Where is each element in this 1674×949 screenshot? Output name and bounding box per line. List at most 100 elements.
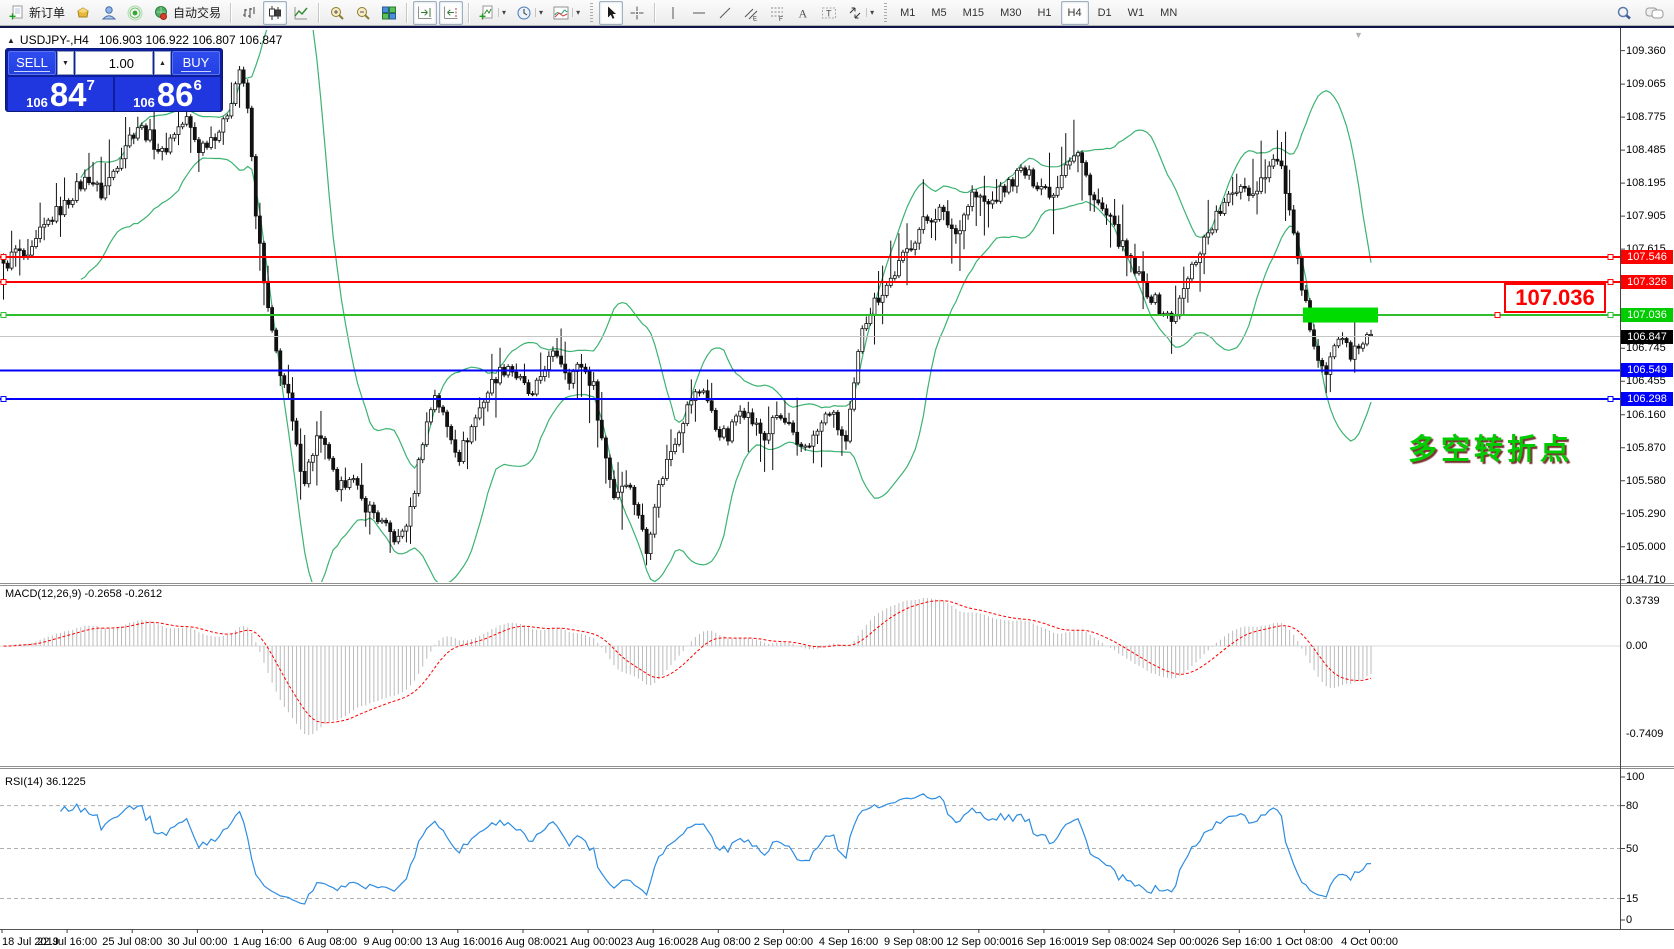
toolbar-separator — [406, 3, 408, 23]
search-icon — [1615, 5, 1635, 21]
timeframe-D1-button[interactable]: D1 — [1091, 1, 1119, 25]
timeframe-MN-button[interactable]: MN — [1153, 1, 1184, 25]
line-anchor-handle[interactable] — [1608, 255, 1613, 260]
chart-shift-button[interactable] — [439, 1, 463, 25]
candlestick-button[interactable] — [263, 1, 287, 25]
callout-anchor-handle[interactable] — [1495, 313, 1500, 318]
crosshair-icon — [629, 5, 645, 21]
buy-button[interactable]: BUY — [172, 51, 220, 75]
timeframe-M30-button[interactable]: M30 — [993, 1, 1028, 25]
price-tick-label: 105.580 — [1626, 474, 1672, 488]
collapse-triangle-icon[interactable]: ▲ — [7, 36, 15, 45]
dropdown-caret-icon[interactable]: ▾ — [866, 8, 874, 17]
crosshair-button[interactable] — [625, 1, 649, 25]
price-level-label: 106.549 — [1621, 363, 1673, 377]
toolbar-drag-handle[interactable] — [884, 3, 887, 23]
rsi-panel[interactable] — [0, 794, 1620, 904]
button-label: M5 — [931, 7, 946, 19]
sell-button[interactable]: SELL — [8, 51, 56, 75]
volume-increase-button[interactable]: ▲ — [154, 51, 171, 75]
horizontal-line-button[interactable] — [687, 1, 711, 25]
sell-price-tile[interactable]: 106 84 7 — [8, 77, 113, 111]
text-button[interactable]: A — [791, 1, 815, 25]
toolbar-separator — [468, 3, 470, 23]
vertical-line-button[interactable] — [661, 1, 685, 25]
highlight-zone[interactable] — [1303, 308, 1378, 323]
auto-trading-button[interactable]: 自动交易 — [149, 1, 225, 25]
macd-tick-label: 0.00 — [1626, 639, 1672, 653]
channel-button[interactable]: E — [739, 1, 763, 25]
buy-price-prefix: 106 — [133, 95, 155, 110]
signal-icon — [127, 5, 143, 21]
timeframe-H4-button[interactable]: H4 — [1061, 1, 1089, 25]
line-anchor-handle[interactable] — [1608, 280, 1613, 285]
trendline-button[interactable] — [713, 1, 737, 25]
line-anchor-handle[interactable] — [1, 397, 6, 402]
price-tick-label: 109.360 — [1626, 44, 1672, 58]
bollinger-upper-band — [81, 28, 1371, 468]
line-anchor-handle[interactable] — [1608, 313, 1613, 318]
sell-price-prefix: 106 — [26, 95, 48, 110]
line-anchor-handle[interactable] — [1, 280, 6, 285]
signal-button[interactable] — [123, 1, 147, 25]
volume-input[interactable]: 1.00 — [75, 51, 153, 75]
dropdown-caret-icon[interactable]: ▾ — [572, 8, 580, 17]
price-tick-label: 107.905 — [1626, 209, 1672, 223]
text-icon: A — [795, 5, 811, 21]
chart-canvas[interactable] — [0, 28, 1674, 949]
zoom-out-button[interactable] — [351, 1, 375, 25]
timeframe-M1-button[interactable]: M1 — [893, 1, 922, 25]
toolbar: +新订单自动交易+▾▾▾EFAT▾M1M5M15M30H1H4D1W1MN — [0, 0, 1674, 26]
periods-button[interactable]: ▾ — [512, 1, 547, 25]
toolbar-separator — [654, 3, 656, 23]
timeframe-W1-button[interactable]: W1 — [1121, 1, 1152, 25]
button-label: H4 — [1068, 7, 1082, 19]
toolbar-separator — [318, 3, 320, 23]
fibonacci-button[interactable]: F — [765, 1, 789, 25]
svg-text:F: F — [779, 17, 783, 21]
price-callout-box[interactable]: 107.036 — [1504, 283, 1606, 313]
rsi-tick-label: 80 — [1626, 799, 1672, 813]
volume-decrease-button[interactable]: ▼ — [57, 51, 74, 75]
chat-button[interactable] — [1641, 1, 1669, 25]
button-label: H1 — [1037, 7, 1051, 19]
timeframe-M15-button[interactable]: M15 — [956, 1, 991, 25]
vertical-line-icon — [665, 5, 681, 21]
buy-price-big: 86 — [157, 80, 194, 110]
arrows-button[interactable]: ▾ — [843, 1, 878, 25]
text-label-button[interactable]: T — [817, 1, 841, 25]
tile-windows-button[interactable] — [377, 1, 401, 25]
templates-button[interactable]: ▾ — [549, 1, 584, 25]
bar-chart-icon — [241, 5, 257, 21]
last-bar-marker-icon[interactable]: ▼ — [1354, 30, 1363, 40]
search-button[interactable] — [1611, 1, 1639, 25]
profile-button[interactable] — [97, 1, 121, 25]
rsi-tick-label: 15 — [1626, 892, 1672, 906]
annotation-text[interactable]: 多空转折点 — [1408, 426, 1598, 468]
timeframe-H1-button[interactable]: H1 — [1030, 1, 1058, 25]
bar-chart-button[interactable] — [237, 1, 261, 25]
main-price-panel[interactable] — [2, 28, 1373, 588]
line-chart-button[interactable] — [289, 1, 313, 25]
toolbar-drag-handle[interactable] — [590, 3, 593, 23]
timeframe-M5-button[interactable]: M5 — [924, 1, 953, 25]
indicators-button[interactable]: +▾ — [475, 1, 510, 25]
dropdown-caret-icon[interactable]: ▾ — [535, 8, 543, 17]
trendline-icon — [717, 5, 733, 21]
auto-scroll-button[interactable] — [413, 1, 437, 25]
market-watch-button[interactable] — [71, 1, 95, 25]
shapes-icon — [847, 5, 863, 21]
buy-price-tile[interactable]: 106 86 6 — [115, 77, 220, 111]
price-tick-label: 104.710 — [1626, 573, 1672, 587]
line-anchor-handle[interactable] — [1, 313, 6, 318]
dropdown-caret-icon[interactable]: ▾ — [498, 8, 506, 17]
price-tick-label: 105.870 — [1626, 441, 1672, 455]
sell-price-big: 84 — [50, 80, 87, 110]
macd-panel[interactable] — [0, 598, 1620, 735]
new-order-button[interactable]: +新订单 — [5, 1, 69, 25]
line-anchor-handle[interactable] — [1608, 397, 1613, 402]
auto-scroll-icon — [417, 5, 433, 21]
line-anchor-handle[interactable] — [1, 255, 6, 260]
zoom-in-button[interactable] — [325, 1, 349, 25]
cursor-button[interactable] — [599, 1, 623, 25]
